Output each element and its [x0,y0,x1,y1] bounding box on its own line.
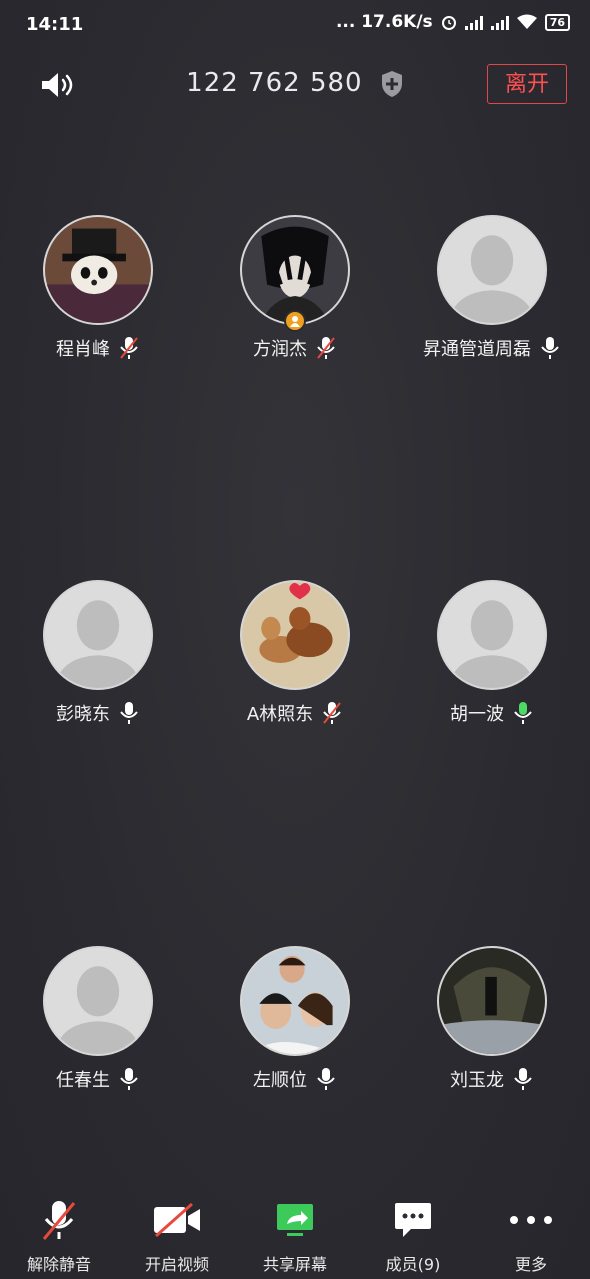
participant-name: 方润杰 [253,339,307,360]
share-screen-label: 共享屏幕 [262,1255,327,1274]
leave-button[interactable]: 离开 [487,64,567,104]
participant-name-row: 任春生 [0,1066,196,1092]
participant-name-row: A林照东 [197,700,393,726]
signal-icon-2 [490,14,509,30]
mic-muted-icon [315,336,337,360]
start-video-label: 开启视频 [144,1255,209,1274]
participant-name-row: 彭晓东 [0,700,196,726]
mic-icon [512,1067,534,1091]
alarm-icon [441,16,456,30]
bottom-toolbar: 解除静音 开启视频 共享屏幕 成员(9) 更多 [0,1195,590,1279]
participant-name: A林照东 [246,704,314,725]
participant-tile[interactable]: A林照东 [197,580,393,726]
participant-avatar[interactable] [437,580,547,690]
mic-icon [315,1067,337,1091]
net-speed: ... 17.6K/s [335,12,433,32]
more-label: 更多 [514,1255,547,1274]
unmute-label: 解除静音 [26,1255,91,1274]
participant-avatar[interactable] [43,215,153,325]
meeting-header: 122 762 580 离开 [0,60,590,114]
unmute-button[interactable]: 解除静音 [0,1195,118,1275]
more-button[interactable]: 更多 [472,1195,590,1275]
signal-icon [464,14,483,30]
participant-name: 彭晓东 [56,704,110,725]
participant-tile[interactable]: 昇通管道周磊 [394,215,590,361]
participant-name: 胡一波 [450,704,504,725]
participant-name-row: 刘玉龙 [394,1066,590,1092]
status-time: 14:11 [26,14,84,35]
status-bar: 14:11 ... 17.6K/s 76 [0,0,590,50]
share-screen-button[interactable]: 共享屏幕 [236,1195,354,1275]
wifi-icon [516,14,537,29]
participant-tile[interactable]: 程肖峰 [0,215,196,361]
members-chat-icon [395,1203,431,1237]
participant-avatar[interactable] [240,946,350,1056]
participant-tile[interactable]: 刘玉龙 [394,946,590,1092]
mic-muted-icon [42,1201,76,1240]
participant-name: 程肖峰 [56,339,110,360]
host-badge-icon [284,310,306,332]
participant-avatar[interactable] [43,946,153,1056]
share-screen-icon [277,1204,313,1236]
more-dots-icon [510,1216,552,1224]
mic-muted-icon [321,701,343,725]
mic-icon [512,701,534,725]
members-label: 成员(9) [385,1255,441,1274]
participant-avatar[interactable] [43,580,153,690]
participant-avatar[interactable] [240,215,350,325]
participant-avatar[interactable] [240,580,350,690]
shield-icon [381,70,402,97]
video-off-icon [154,1203,200,1237]
participant-tile[interactable]: 任春生 [0,946,196,1092]
participant-avatar[interactable] [437,946,547,1056]
members-button[interactable]: 成员(9) [354,1195,472,1275]
participant-name-row: 程肖峰 [0,335,196,361]
mic-icon [539,336,561,360]
participant-name: 任春生 [56,1070,110,1091]
participant-name: 刘玉龙 [450,1070,504,1091]
mic-muted-icon [118,336,140,360]
participant-tile[interactable]: 左顺位 [197,946,393,1092]
meeting-id-text: 122 762 580 [186,68,363,98]
status-right: ... 17.6K/s 76 [336,12,570,32]
participant-name-row: 胡一波 [394,700,590,726]
participant-name-row: 方润杰 [197,335,393,361]
participant-tile[interactable]: 方润杰 [197,215,393,361]
start-video-button[interactable]: 开启视频 [118,1195,236,1275]
mic-icon [118,701,140,725]
battery-icon: 76 [544,13,570,31]
participant-avatar[interactable] [437,215,547,325]
mic-icon [118,1067,140,1091]
participant-name: 昇通管道周磊 [423,339,531,360]
participant-name-row: 昇通管道周磊 [394,335,590,361]
participant-name: 左顺位 [253,1070,307,1091]
participant-tile[interactable]: 彭晓东 [0,580,196,726]
participant-tile[interactable]: 胡一波 [394,580,590,726]
participant-name-row: 左顺位 [197,1066,393,1092]
